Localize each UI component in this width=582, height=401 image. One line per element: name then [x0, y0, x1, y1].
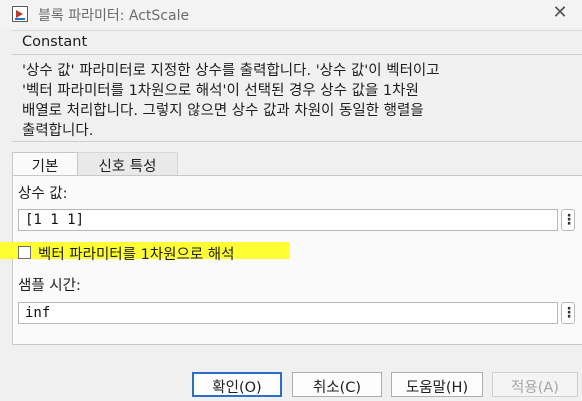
constant-value-label: 상수 값: — [18, 186, 68, 202]
title-bar: 블록 파라미터: ActScale ✕ — [0, 0, 582, 28]
title-divider — [12, 30, 582, 31]
description-box: '상수 값' 파라미터로 지정한 상수를 출력합니다. '상수 값'이 벡터이고… — [12, 54, 582, 142]
block-type-name: Constant — [22, 34, 88, 50]
window-title: 블록 파라미터: ActScale — [38, 8, 190, 24]
more-options-icon[interactable]: ⋮ — [561, 209, 576, 231]
sample-time-input[interactable]: inf — [18, 302, 558, 324]
interpret-vector-label[interactable]: 벡터 파라미터를 1차원으로 해석 — [38, 243, 234, 264]
tab-basic[interactable]: 기본 — [12, 152, 78, 176]
tab-signal-attributes[interactable]: 신호 특성 — [78, 152, 178, 176]
description-line: 배열로 처리합니다. 그렇지 않으면 상수 값과 차원이 동일한 행렬을 — [22, 103, 424, 119]
description-line: '상수 값' 파라미터로 지정한 상수를 출력합니다. '상수 값'이 벡터이고 — [22, 63, 440, 79]
constant-value-input[interactable]: [1 1 1] — [18, 209, 558, 231]
more-options-icon[interactable]: ⋮ — [561, 302, 576, 324]
simulink-block-icon — [12, 6, 28, 22]
ok-button[interactable]: 확인(O) — [192, 372, 282, 397]
interpret-vector-checkbox[interactable] — [18, 246, 31, 259]
help-button[interactable]: 도움말(H) — [391, 372, 483, 397]
sample-time-label: 샘플 시간: — [18, 278, 81, 294]
description-line: 출력합니다. — [22, 123, 94, 139]
close-icon[interactable]: ✕ — [550, 3, 570, 23]
description-line: '벡터 파라미터를 1차원으로 해석'이 선택된 경우 상수 값을 1차원 — [22, 83, 419, 99]
apply-button[interactable]: 적용(A) — [492, 372, 578, 397]
cancel-button[interactable]: 취소(C) — [292, 372, 382, 397]
